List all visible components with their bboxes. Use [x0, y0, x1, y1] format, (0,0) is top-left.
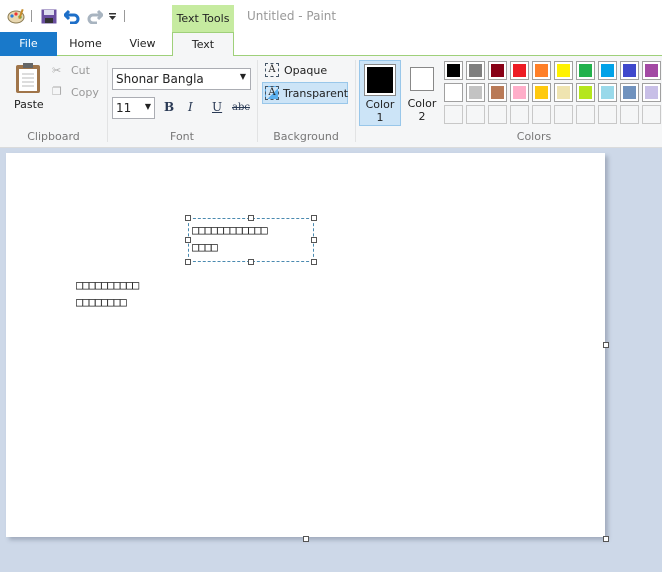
opaque-icon: A — [265, 63, 279, 77]
clipboard-group-label: Clipboard — [27, 130, 80, 143]
palette-color-swatch[interactable] — [642, 83, 661, 102]
redo-icon[interactable] — [87, 8, 103, 24]
save-icon[interactable] — [41, 9, 57, 24]
color2-label: Color — [407, 97, 437, 110]
copy-icon: ❐ — [52, 85, 62, 98]
palette-color-swatch[interactable] — [532, 83, 551, 102]
strikethrough-button[interactable]: abc — [232, 102, 250, 113]
color2-swatch — [410, 67, 434, 91]
palette-color-swatch[interactable] — [444, 83, 463, 102]
color1-label: Color — [365, 98, 395, 111]
custom-color-slot[interactable] — [620, 105, 639, 124]
transparent-label: Transparent — [283, 87, 349, 100]
canvas-resize-handle-right[interactable] — [603, 342, 609, 348]
custom-color-slot[interactable] — [598, 105, 617, 124]
color1-number: 1 — [376, 111, 384, 124]
resize-handle[interactable] — [185, 259, 191, 265]
customize-toolbar-chevron-icon[interactable] — [108, 13, 117, 21]
custom-color-slot[interactable] — [444, 105, 463, 124]
resize-handle[interactable] — [185, 237, 191, 243]
palette-color-swatch[interactable] — [510, 83, 529, 102]
font-family-dropdown[interactable]: Shonar Bangla ▼ — [112, 68, 251, 90]
palette-color-swatch[interactable] — [642, 61, 661, 80]
drawing-canvas[interactable]: □□□□□□□□□□□□ □□□□ □□□□□□□□□□ □□□□□□□□ — [6, 153, 605, 537]
paint-app-icon[interactable] — [7, 8, 25, 24]
cut-button[interactable]: Cut — [71, 64, 90, 77]
text-tools-contextual-label: Text Tools — [172, 5, 234, 33]
palette-color-swatch[interactable] — [444, 61, 463, 80]
chevron-down-icon: ▼ — [144, 102, 151, 111]
underline-button[interactable]: U — [212, 100, 222, 114]
palette-color-swatch[interactable] — [532, 61, 551, 80]
tab-file[interactable]: File — [0, 32, 57, 56]
font-size-value: 11 — [116, 101, 132, 115]
resize-handle[interactable] — [311, 215, 317, 221]
custom-color-slot[interactable] — [642, 105, 661, 124]
ribbon: Paste ✂ Cut ❐ Copy Clipboard Shonar Bang… — [0, 56, 662, 148]
text-box-line-1: □□□□□□□□□□□□ — [192, 223, 268, 237]
palette-color-swatch[interactable] — [620, 61, 639, 80]
font-size-dropdown[interactable]: 11 ▼ — [112, 97, 155, 119]
chevron-down-icon: ▼ — [239, 72, 246, 81]
resize-handle[interactable] — [311, 259, 317, 265]
custom-color-slot[interactable] — [510, 105, 529, 124]
palette-color-swatch[interactable] — [598, 61, 617, 80]
tab-text[interactable]: Text — [172, 32, 234, 57]
palette-color-swatch[interactable] — [576, 83, 595, 102]
custom-color-slot[interactable] — [576, 105, 595, 124]
text-box-selection[interactable]: □□□□□□□□□□□□ □□□□ — [185, 215, 317, 265]
resize-handle[interactable] — [248, 215, 254, 221]
font-group-label: Font — [170, 130, 194, 143]
transparent-button[interactable]: A Transparent — [262, 82, 348, 104]
ribbon-tabs: File Home View Text — [0, 32, 662, 57]
text-box-line-2: □□□□ — [192, 240, 218, 254]
palette-color-swatch[interactable] — [466, 83, 485, 102]
paste-icon[interactable] — [14, 62, 42, 94]
colors-group-label: Colors — [516, 130, 552, 143]
canvas-text-line-2: □□□□□□□□ — [76, 295, 127, 309]
opaque-label: Opaque — [284, 64, 328, 77]
tab-view[interactable]: View — [114, 32, 171, 56]
transparent-icon: A — [265, 86, 279, 100]
bold-button[interactable]: B — [164, 100, 174, 114]
color1-button[interactable]: Color 1 — [359, 60, 401, 126]
background-group-label: Background — [273, 130, 339, 143]
undo-icon[interactable] — [64, 8, 80, 24]
window-title: Untitled - Paint — [247, 9, 337, 23]
color2-button[interactable]: Color 2 — [402, 60, 442, 126]
custom-color-slot[interactable] — [532, 105, 551, 124]
paste-button[interactable]: Paste — [14, 98, 44, 111]
palette-color-swatch[interactable] — [554, 83, 573, 102]
palette-color-swatch[interactable] — [510, 61, 529, 80]
resize-handle[interactable] — [185, 215, 191, 221]
resize-handle[interactable] — [248, 259, 254, 265]
canvas-resize-handle-bottom[interactable] — [303, 536, 309, 542]
cut-icon: ✂ — [52, 64, 62, 77]
opaque-button[interactable]: A Opaque — [262, 62, 350, 81]
palette-color-swatch[interactable] — [488, 83, 507, 102]
canvas-resize-handle-corner[interactable] — [603, 536, 609, 542]
palette-color-swatch[interactable] — [466, 61, 485, 80]
custom-color-slot[interactable] — [488, 105, 507, 124]
palette-color-swatch[interactable] — [620, 83, 639, 102]
italic-button[interactable]: I — [188, 100, 193, 114]
copy-button[interactable]: Copy — [71, 86, 99, 99]
custom-color-slot[interactable] — [554, 105, 573, 124]
palette-color-swatch[interactable] — [554, 61, 573, 80]
font-family-value: Shonar Bangla — [116, 72, 204, 86]
custom-color-slot[interactable] — [466, 105, 485, 124]
palette-color-swatch[interactable] — [488, 61, 507, 80]
palette-color-swatch[interactable] — [598, 83, 617, 102]
tab-home[interactable]: Home — [57, 32, 114, 56]
canvas-text-line-1: □□□□□□□□□□ — [76, 278, 139, 292]
palette-color-swatch[interactable] — [576, 61, 595, 80]
quick-access-toolbar: Text Tools Untitled - Paint — [0, 0, 662, 33]
resize-handle[interactable] — [311, 237, 317, 243]
color1-swatch — [367, 67, 393, 93]
color2-number: 2 — [418, 110, 426, 123]
